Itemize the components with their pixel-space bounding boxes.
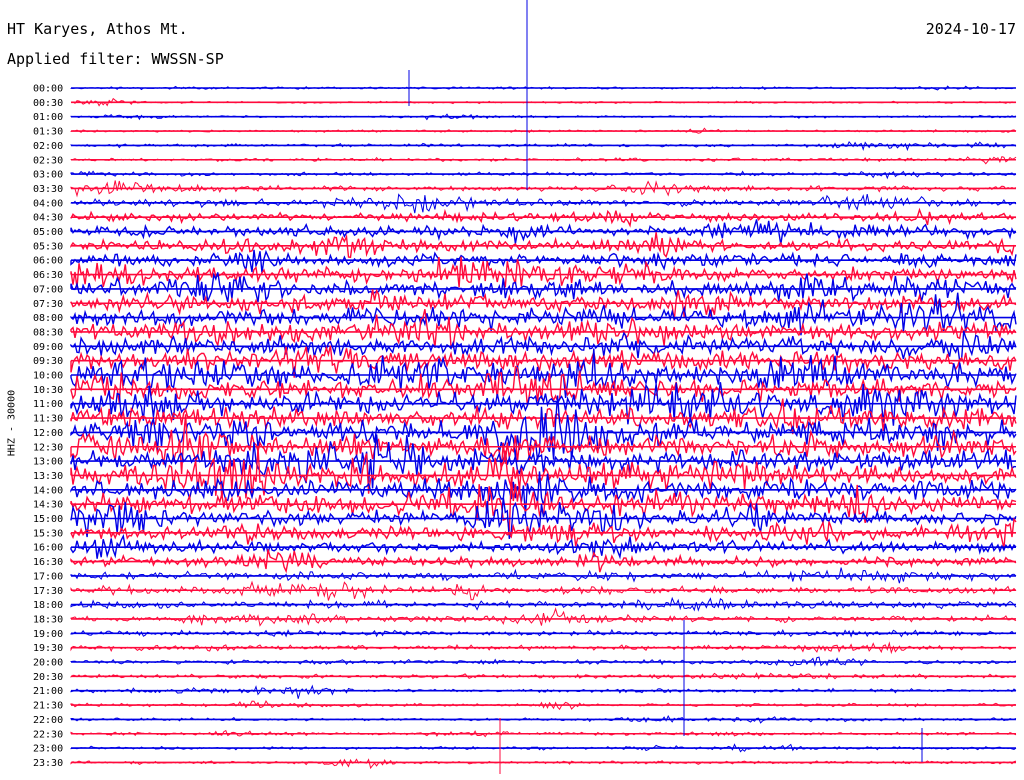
time-label: 13:30 (33, 471, 63, 482)
time-label: 21:00 (33, 686, 63, 697)
time-label: 14:00 (33, 485, 63, 496)
time-label: 18:00 (33, 600, 63, 611)
time-label: 23:00 (33, 744, 63, 755)
time-label: 15:30 (33, 528, 63, 539)
time-label: 06:30 (33, 270, 63, 281)
time-label: 12:30 (33, 442, 63, 453)
time-label: 22:00 (33, 715, 63, 726)
time-label: 19:30 (33, 643, 63, 654)
trace-line (70, 580, 1017, 601)
traces (70, 85, 1017, 770)
time-label: 13:00 (33, 457, 63, 468)
time-label: 01:30 (33, 127, 63, 138)
time-label: 02:00 (33, 141, 63, 152)
time-label: 05:00 (33, 227, 63, 238)
time-label: 22:30 (33, 729, 63, 740)
trace-line (70, 517, 1017, 549)
time-label: 06:00 (33, 256, 63, 267)
time-label: 20:30 (33, 672, 63, 683)
time-label: 14:30 (33, 500, 63, 511)
trace-line (70, 684, 1017, 699)
time-label: 15:00 (33, 514, 63, 525)
time-label: 12:00 (33, 428, 63, 439)
time-label: 00:00 (33, 84, 63, 95)
time-label: 02:30 (33, 155, 63, 166)
time-label: 01:00 (33, 112, 63, 123)
time-label: 00:30 (33, 98, 63, 109)
time-label: 17:30 (33, 586, 63, 597)
trace-line (70, 272, 1017, 303)
time-label: 17:00 (33, 571, 63, 582)
time-label: 05:30 (33, 241, 63, 252)
time-label: 07:30 (33, 299, 63, 310)
time-label: 08:30 (33, 327, 63, 338)
time-label: 11:00 (33, 399, 63, 410)
time-label: 03:30 (33, 184, 63, 195)
time-label: 07:00 (33, 284, 63, 295)
time-label: 18:30 (33, 614, 63, 625)
time-label: 03:00 (33, 170, 63, 181)
time-label: 11:30 (33, 414, 63, 425)
time-label: 19:00 (33, 629, 63, 640)
time-label: 04:30 (33, 213, 63, 224)
time-label: 09:00 (33, 342, 63, 353)
time-label: 08:00 (33, 313, 63, 324)
time-label: 21:30 (33, 701, 63, 712)
time-label: 10:00 (33, 371, 63, 382)
time-label: 16:00 (33, 543, 63, 554)
time-label: 09:30 (33, 356, 63, 367)
time-label: 10:30 (33, 385, 63, 396)
time-label: 23:30 (33, 758, 63, 769)
time-label: 20:00 (33, 658, 63, 669)
trace-line (70, 607, 1017, 627)
helicorder-plot: 00:00 00:30 01:00 01:30 02:00 02:30 03:00 03:30… (33, 0, 1017, 774)
trace-line (70, 758, 1017, 770)
time-label: 04:00 (33, 198, 63, 209)
time-label: 16:30 (33, 557, 63, 568)
